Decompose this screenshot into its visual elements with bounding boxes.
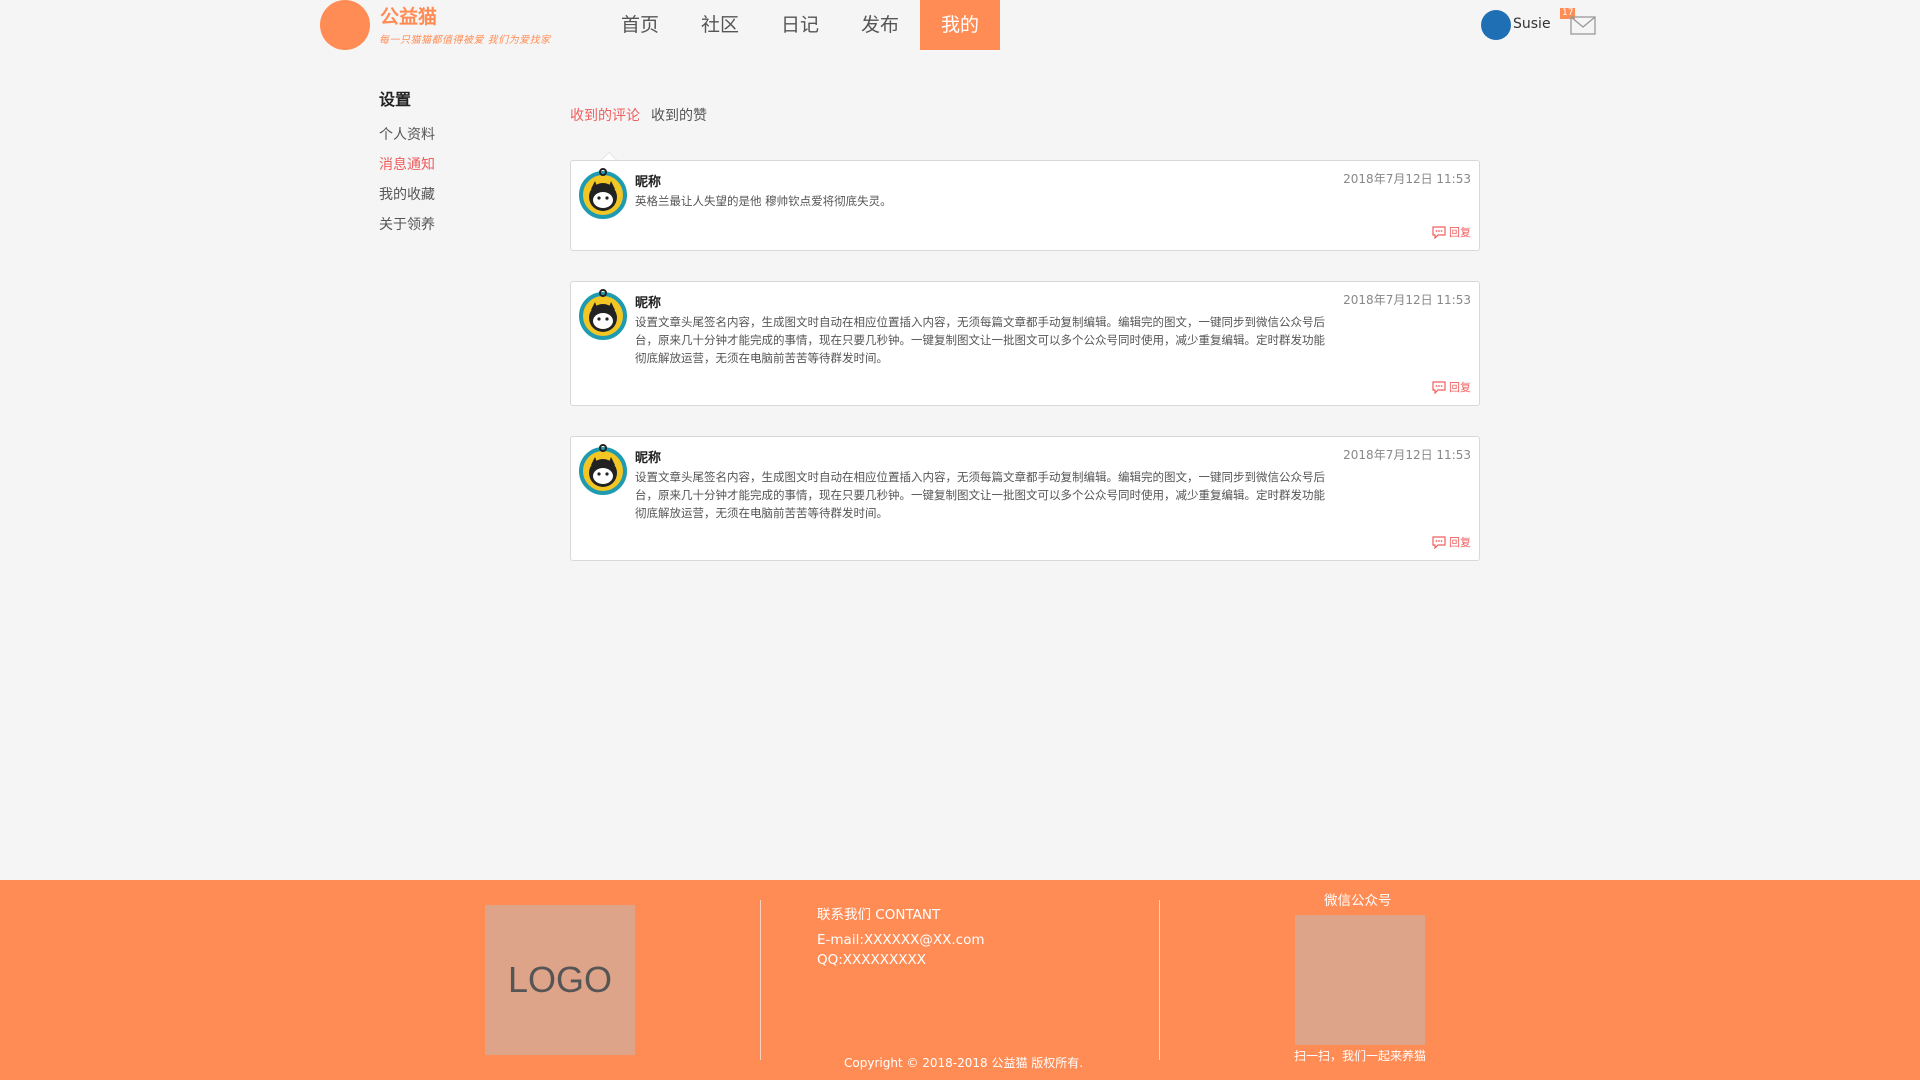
chat-bubble-icon — [1432, 225, 1446, 239]
sidebar-item-adoption[interactable]: 关于领养 — [379, 210, 529, 240]
mail-icon[interactable] — [1570, 14, 1596, 36]
reply-label: 回复 — [1449, 381, 1471, 394]
comment-time: 2018年7月12日 11:53 — [1343, 448, 1471, 462]
comment-card: 昵称 2018年7月12日 11:53 设置文章头尾签名内容，生成图文时自动在相… — [570, 281, 1480, 406]
comment-text: 英格兰最让人失望的是他 穆帅钦点爱将彻底失灵。 — [635, 194, 892, 208]
header: 公益猫 每一只猫猫都值得被爱 我们为爱找家 首页 社区 日记 发布 我的 Sus… — [0, 0, 1920, 60]
message-tabs: 收到的评论 收到的赞 — [570, 105, 718, 125]
qr-caption: 扫一扫，我们一起来养猫 — [1294, 1049, 1427, 1063]
comment-text: 设置文章头尾签名内容，生成图文时自动在相应位置插入内容，无须每篇文章都手动复制编… — [635, 470, 1325, 520]
reply-button[interactable]: 回复 — [1432, 379, 1471, 395]
reply-label: 回复 — [1449, 536, 1471, 549]
cat-avatar-icon[interactable] — [577, 167, 629, 219]
cat-avatar-icon[interactable] — [577, 443, 629, 495]
chat-bubble-icon — [1432, 380, 1446, 394]
comment-time: 2018年7月12日 11:53 — [1343, 172, 1471, 186]
reply-button[interactable]: 回复 — [1432, 224, 1471, 240]
logo-icon[interactable] — [320, 0, 370, 50]
qr-code — [1295, 915, 1425, 1045]
nav-item-community[interactable]: 社区 — [680, 0, 760, 50]
footer-divider — [760, 900, 761, 1060]
comment-card: 昵称 2018年7月12日 11:53 英格兰最让人失望的是他 穆帅钦点爱将彻底… — [570, 160, 1480, 251]
contact-email: E-mail:XXXXXX@XX.com — [817, 932, 985, 948]
footer-divider — [1159, 900, 1160, 1060]
settings-sidebar: 设置 个人资料 消息通知 我的收藏 关于领养 — [379, 88, 529, 240]
comment-nickname[interactable]: 昵称 — [635, 447, 661, 466]
sidebar-item-notifications[interactable]: 消息通知 — [379, 150, 529, 180]
reply-button[interactable]: 回复 — [1432, 534, 1471, 550]
nav-item-publish[interactable]: 发布 — [840, 0, 920, 50]
main-nav: 首页 社区 日记 发布 我的 — [600, 0, 1000, 50]
contact-title: 联系我们 CONTANT — [817, 907, 941, 923]
sidebar-item-profile[interactable]: 个人资料 — [379, 120, 529, 150]
reply-label: 回复 — [1449, 226, 1471, 239]
brand-slogan: 每一只猫猫都值得被爱 我们为爱找家 — [379, 35, 551, 46]
contact-qq: QQ:XXXXXXXXX — [817, 952, 927, 968]
user-name[interactable]: Susie — [1513, 16, 1551, 32]
user-avatar[interactable] — [1481, 10, 1511, 40]
footer-logo: LOGO — [485, 905, 635, 1055]
sidebar-title: 设置 — [379, 90, 412, 109]
comment-nickname[interactable]: 昵称 — [635, 292, 661, 311]
chat-bubble-icon — [1432, 535, 1446, 549]
sidebar-item-favorites[interactable]: 我的收藏 — [379, 180, 529, 210]
nav-item-diary[interactable]: 日记 — [760, 0, 840, 50]
tab-received-comments[interactable]: 收到的评论 — [570, 105, 640, 125]
cat-avatar-icon[interactable] — [577, 288, 629, 340]
copyright: Copyright © 2018-2018 公益猫 版权所有. — [844, 1056, 1084, 1070]
tab-received-likes[interactable]: 收到的赞 — [651, 105, 707, 125]
wechat-title: 微信公众号 — [1324, 893, 1392, 909]
comment-time: 2018年7月12日 11:53 — [1343, 293, 1471, 307]
footer: LOGO 联系我们 CONTANT E-mail:XXXXXX@XX.com Q… — [0, 880, 1920, 1080]
nav-item-mine[interactable]: 我的 — [920, 0, 1000, 50]
comment-card: 昵称 2018年7月12日 11:53 设置文章头尾签名内容，生成图文时自动在相… — [570, 436, 1480, 561]
comment-text: 设置文章头尾签名内容，生成图文时自动在相应位置插入内容，无须每篇文章都手动复制编… — [635, 315, 1325, 365]
nav-item-home[interactable]: 首页 — [600, 0, 680, 50]
brand-name[interactable]: 公益猫 — [380, 2, 437, 29]
comment-nickname[interactable]: 昵称 — [635, 171, 661, 190]
